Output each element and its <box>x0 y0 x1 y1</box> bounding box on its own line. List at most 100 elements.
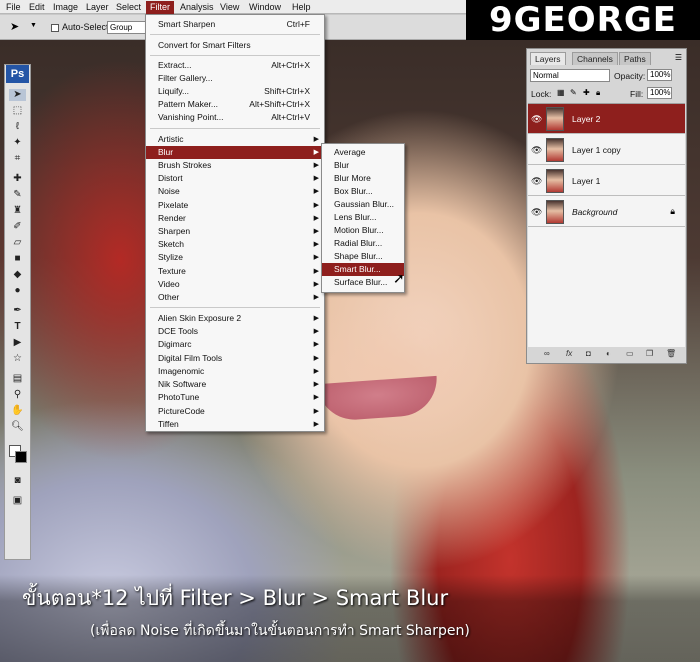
menu-item-blur[interactable]: Blur ▶ <box>146 146 324 159</box>
submenu-item-box-blur[interactable]: Box Blur... <box>322 185 404 198</box>
quick-mask-icon[interactable]: ◙ <box>9 475 26 487</box>
menu-help[interactable]: Help <box>288 1 315 14</box>
crop-tool-icon[interactable]: ⌗ <box>9 153 26 165</box>
history-brush-tool-icon[interactable]: ✐ <box>9 221 26 233</box>
menu-filter[interactable]: Filter <box>146 1 174 14</box>
menu-item-noise[interactable]: Noise ▶ <box>146 185 324 198</box>
submenu-item-surface-blur[interactable]: Surface Blur... <box>322 276 404 289</box>
eye-icon[interactable]: 👁︎ <box>531 207 542 218</box>
magic-wand-tool-icon[interactable]: ✦ <box>9 137 26 149</box>
shape-tool-icon[interactable]: ☆ <box>9 353 26 365</box>
submenu-item-blur-more[interactable]: Blur More <box>322 172 404 185</box>
menu-item-dce-tools[interactable]: DCE Tools ▶ <box>146 325 324 338</box>
new-group-icon[interactable]: ▭ <box>626 349 634 358</box>
menu-item-liquify[interactable]: Liquify... Shift+Ctrl+X <box>146 85 324 98</box>
chevron-down-icon[interactable]: ▼ <box>30 22 37 29</box>
menu-item-alien-skin[interactable]: Alien Skin Exposure 2 ▶ <box>146 312 324 325</box>
eye-icon[interactable]: 👁︎ <box>531 114 542 125</box>
auto-select-dropdown[interactable]: Group <box>107 21 147 34</box>
submenu-item-lens-blur[interactable]: Lens Blur... <box>322 211 404 224</box>
menu-item-filter-gallery[interactable]: Filter Gallery... <box>146 72 324 85</box>
menu-layer[interactable]: Layer <box>82 1 113 14</box>
new-layer-icon[interactable]: ❐ <box>646 349 653 358</box>
zoom-tool-icon[interactable]: 🔍︎ <box>9 421 26 433</box>
gradient-tool-icon[interactable]: ■ <box>9 253 26 265</box>
menu-file[interactable]: File <box>2 1 25 14</box>
marquee-tool-icon[interactable]: ⬚ <box>9 105 26 117</box>
tab-layers[interactable]: Layers <box>530 52 566 65</box>
menu-item-sketch[interactable]: Sketch ▶ <box>146 238 324 251</box>
panel-menu-icon[interactable]: ☰ <box>675 53 682 62</box>
blend-mode-select[interactable]: Normal <box>530 69 610 82</box>
trash-icon[interactable]: 🗑︎ <box>666 349 676 358</box>
submenu-item-gaussian-blur[interactable]: Gaussian Blur... <box>322 198 404 211</box>
menu-item-picturecode[interactable]: PictureCode ▶ <box>146 405 324 418</box>
lock-all-icon[interactable]: 🔒︎ <box>596 88 600 98</box>
tab-paths[interactable]: Paths <box>619 52 651 65</box>
eyedropper-tool-icon[interactable]: ⚲ <box>9 389 26 401</box>
screen-mode-icon[interactable]: ▣ <box>9 495 26 507</box>
layer-row-layer-2[interactable]: 👁︎ Layer 2 <box>528 104 685 134</box>
menu-window[interactable]: Window <box>245 1 285 14</box>
menu-item-distort[interactable]: Distort ▶ <box>146 172 324 185</box>
menu-item-convert-smart-filters[interactable]: Convert for Smart Filters <box>146 39 324 52</box>
layer-row-layer-1[interactable]: 👁︎ Layer 1 <box>528 166 685 196</box>
menu-item-brush-strokes[interactable]: Brush Strokes ▶ <box>146 159 324 172</box>
move-tool-icon[interactable]: ➤ <box>9 89 26 101</box>
menu-item-sharpen[interactable]: Sharpen ▶ <box>146 225 324 238</box>
layer-row-background[interactable]: 👁︎ Background 🔒︎ <box>528 197 685 227</box>
menu-item-vanishing-point[interactable]: Vanishing Point... Alt+Ctrl+V <box>146 111 324 124</box>
foreground-color-swatch[interactable] <box>15 451 27 463</box>
submenu-item-radial-blur[interactable]: Radial Blur... <box>322 237 404 250</box>
menu-item-extract[interactable]: Extract... Alt+Ctrl+X <box>146 59 324 72</box>
tab-channels[interactable]: Channels <box>572 52 618 65</box>
hand-tool-icon[interactable]: ✋ <box>9 405 26 417</box>
menu-item-artistic[interactable]: Artistic ▶ <box>146 133 324 146</box>
submenu-item-smart-blur[interactable]: Smart Blur... <box>322 263 404 276</box>
menu-item-pixelate[interactable]: Pixelate ▶ <box>146 199 324 212</box>
link-layers-icon[interactable]: ∞ <box>544 349 550 358</box>
layer-row-layer-1-copy[interactable]: 👁︎ Layer 1 copy <box>528 135 685 165</box>
menu-item-digimarc[interactable]: Digimarc ▶ <box>146 338 324 351</box>
clone-stamp-tool-icon[interactable]: ♜ <box>9 205 26 217</box>
blur-tool-icon[interactable]: ◆ <box>9 269 26 281</box>
eye-icon[interactable]: 👁︎ <box>531 145 542 156</box>
notes-tool-icon[interactable]: ▤ <box>9 373 26 385</box>
lock-position-icon[interactable]: ✚ <box>583 88 590 97</box>
lasso-tool-icon[interactable]: ℓ <box>9 121 26 133</box>
menu-edit[interactable]: Edit <box>25 1 49 14</box>
menu-image[interactable]: Image <box>49 1 82 14</box>
dodge-tool-icon[interactable]: ● <box>9 285 26 297</box>
menu-item-video[interactable]: Video ▶ <box>146 278 324 291</box>
submenu-item-shape-blur[interactable]: Shape Blur... <box>322 250 404 263</box>
menu-item-nik-software[interactable]: Nik Software ▶ <box>146 378 324 391</box>
fill-input[interactable]: 100% <box>647 87 672 99</box>
layer-style-icon[interactable]: fx <box>566 349 572 358</box>
menu-view[interactable]: View <box>216 1 243 14</box>
path-selection-tool-icon[interactable]: ▶ <box>9 337 26 349</box>
menu-item-other[interactable]: Other ▶ <box>146 291 324 304</box>
eraser-tool-icon[interactable]: ▱ <box>9 237 26 249</box>
opacity-input[interactable]: 100% <box>647 69 672 81</box>
healing-brush-tool-icon[interactable]: ✚ <box>9 173 26 185</box>
menu-item-digital-film-tools[interactable]: Digital Film Tools ▶ <box>146 352 324 365</box>
menu-item-render[interactable]: Render ▶ <box>146 212 324 225</box>
lock-image-icon[interactable]: ✎ <box>570 88 577 97</box>
menu-item-texture[interactable]: Texture ▶ <box>146 265 324 278</box>
move-tool-icon[interactable]: ➤ <box>10 20 19 33</box>
menu-analysis[interactable]: Analysis <box>176 1 218 14</box>
menu-item-phototune[interactable]: PhotoTune ▶ <box>146 391 324 404</box>
pen-tool-icon[interactable]: ✒ <box>9 305 26 317</box>
type-tool-icon[interactable]: T <box>9 321 26 333</box>
brush-tool-icon[interactable]: ✎ <box>9 189 26 201</box>
menu-select[interactable]: Select <box>112 1 145 14</box>
eye-icon[interactable]: 👁︎ <box>531 176 542 187</box>
menu-item-tiffen[interactable]: Tiffen ▶ <box>146 418 324 431</box>
submenu-item-motion-blur[interactable]: Motion Blur... <box>322 224 404 237</box>
submenu-item-blur[interactable]: Blur <box>322 159 404 172</box>
layer-mask-icon[interactable]: ◘ <box>586 349 591 358</box>
menu-item-stylize[interactable]: Stylize ▶ <box>146 251 324 264</box>
submenu-item-average[interactable]: Average <box>322 146 404 159</box>
lock-transparency-icon[interactable]: ▦ <box>557 88 565 97</box>
menu-item-smart-sharpen[interactable]: Smart Sharpen Ctrl+F <box>146 18 324 31</box>
